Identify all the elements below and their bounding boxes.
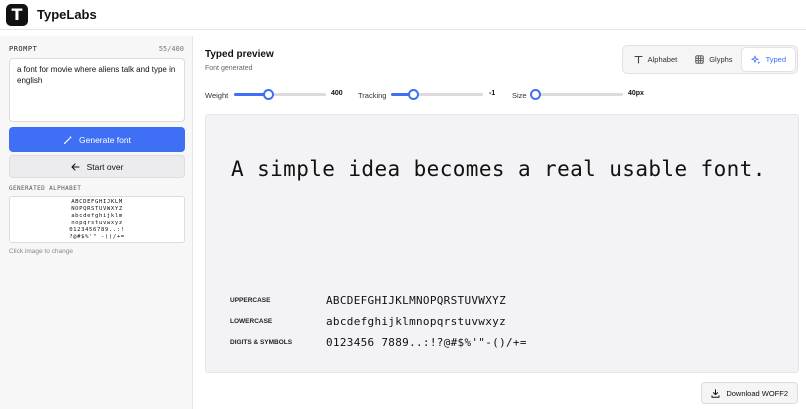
text-t-icon bbox=[634, 55, 643, 64]
download-woff2-button[interactable]: Download WOFF2 bbox=[701, 382, 798, 404]
alphabet-line: ABCDEFGHIJKLM bbox=[71, 198, 123, 205]
download-icon bbox=[711, 388, 720, 398]
tab-label: Typed bbox=[765, 55, 786, 64]
tracking-control: Tracking bbox=[358, 89, 386, 101]
weight-slider-thumb[interactable] bbox=[263, 89, 275, 100]
tracking-slider-thumb[interactable] bbox=[407, 89, 419, 100]
size-control: Size bbox=[512, 89, 527, 101]
tracking-slider[interactable] bbox=[391, 89, 483, 100]
logo[interactable]: T bbox=[6, 3, 28, 26]
tracking-value: -1 bbox=[489, 90, 496, 97]
alphabet-line: ?@#$%'" -()/+= bbox=[69, 233, 125, 240]
grid-icon bbox=[695, 55, 704, 64]
sparkle-icon bbox=[750, 55, 761, 65]
size-slider-thumb[interactable] bbox=[529, 89, 541, 100]
prompt-char-count: 55/400 bbox=[158, 45, 184, 53]
prompt-label: PROMPT bbox=[9, 45, 38, 53]
status-text: Font generated bbox=[205, 65, 253, 72]
tab-label: Alphabet bbox=[647, 55, 678, 64]
tracking-label: Tracking bbox=[358, 90, 387, 100]
size-slider[interactable] bbox=[529, 89, 623, 100]
digits-symbols-label: DIGITS & SYMBOLS bbox=[230, 339, 293, 346]
start-over-button[interactable]: Start over bbox=[9, 155, 185, 178]
sidebar: PROMPT 55/400 a font for movie where ali… bbox=[0, 36, 193, 409]
size-label: Size bbox=[512, 90, 527, 100]
digits-symbols-text: 0123456 7889..:!?@#$%'"-()/+= bbox=[326, 336, 527, 349]
click-image-hint: Click image to change bbox=[9, 248, 73, 255]
magic-wand-icon bbox=[63, 135, 73, 145]
size-value: 40px bbox=[628, 90, 644, 97]
alphabet-line: nopqrstuvwxyz bbox=[71, 219, 123, 226]
alphabet-line: 0123456789..:! bbox=[69, 226, 125, 233]
sample-text[interactable]: A simple idea becomes a real usable font… bbox=[231, 157, 766, 181]
arrow-left-icon bbox=[71, 162, 80, 171]
uppercase-label: UPPERCASE bbox=[230, 297, 271, 304]
uppercase-text: ABCDEFGHIJKLMNOPQRSTUVWXYZ bbox=[326, 294, 506, 307]
page-title: Typed preview bbox=[205, 49, 274, 60]
lowercase-label: LOWERCASE bbox=[230, 318, 273, 325]
weight-slider[interactable] bbox=[234, 89, 326, 100]
download-label: Download WOFF2 bbox=[726, 388, 788, 398]
generate-font-button[interactable]: Generate font bbox=[9, 127, 185, 152]
main-panel: Typed preview Font generated Alphabet Gl… bbox=[193, 36, 806, 409]
tab-label: Glyphs bbox=[709, 55, 733, 64]
brand-name: TypeLabs bbox=[37, 7, 97, 22]
start-over-label: Start over bbox=[86, 161, 124, 172]
generate-font-label: Generate font bbox=[79, 134, 131, 145]
generated-alphabet-image[interactable]: ABCDEFGHIJKLM NOPQRSTUVWXYZ abcdefghijkl… bbox=[9, 196, 185, 243]
weight-control: Weight bbox=[205, 89, 228, 101]
tab-typed[interactable]: Typed bbox=[741, 48, 795, 71]
tab-glyphs[interactable]: Glyphs bbox=[686, 48, 741, 71]
view-tabs: Alphabet Glyphs Typed bbox=[621, 45, 798, 74]
generated-alphabet-label: GENERATED ALPHABET bbox=[9, 185, 82, 192]
prompt-input[interactable]: a font for movie where aliens talk and t… bbox=[9, 58, 185, 122]
alphabet-line: abcdefghijklm bbox=[71, 212, 123, 219]
preview-canvas: A simple idea becomes a real usable font… bbox=[205, 114, 799, 373]
tab-alphabet[interactable]: Alphabet bbox=[625, 48, 687, 71]
alphabet-line: NOPQRSTUVWXYZ bbox=[71, 205, 123, 212]
app-header: T TypeLabs bbox=[0, 0, 806, 30]
lowercase-text: abcdefghijklmnopqrstuvwxyz bbox=[326, 315, 506, 328]
weight-label: Weight bbox=[205, 90, 229, 100]
weight-value: 400 bbox=[331, 90, 343, 97]
